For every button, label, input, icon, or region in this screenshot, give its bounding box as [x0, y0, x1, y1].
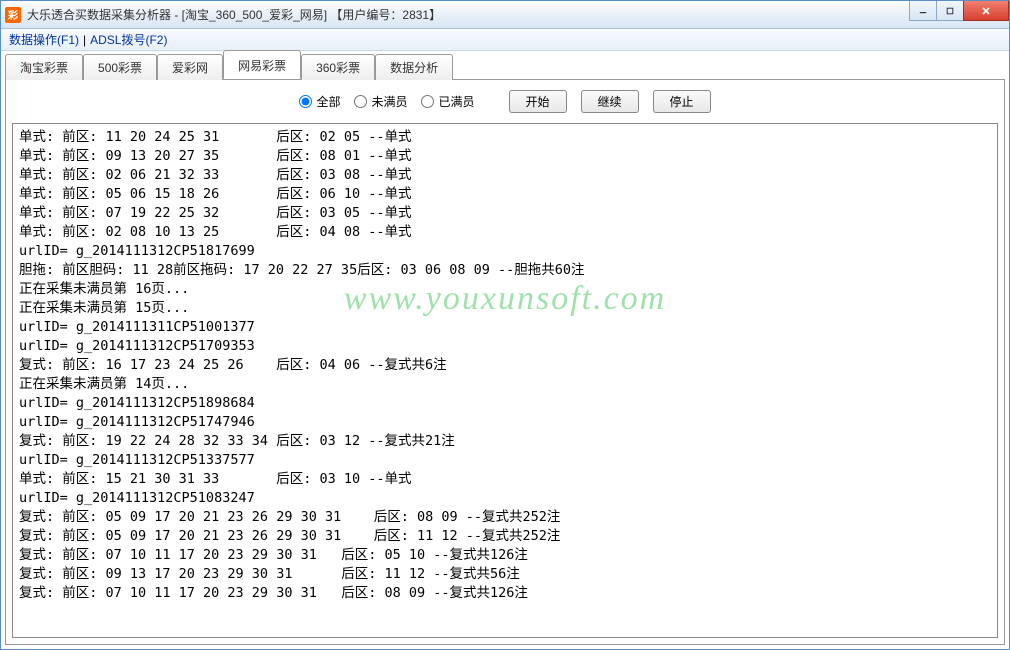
radio-full[interactable]: 已满员 — [421, 93, 474, 110]
radio-notfull-input[interactable] — [354, 95, 367, 108]
controls-row: 全部 未满员 已满员 开始 继续 停止 — [6, 80, 1004, 121]
minimize-button[interactable] — [909, 1, 937, 21]
tab-taobao[interactable]: 淘宝彩票 — [5, 54, 83, 80]
window-controls — [910, 1, 1009, 21]
tab-500[interactable]: 500彩票 — [83, 54, 157, 80]
tab-aicai[interactable]: 爱彩网 — [157, 54, 223, 80]
menu-adsl-dial[interactable]: ADSL拨号(F2) — [86, 29, 171, 50]
radio-all[interactable]: 全部 — [299, 93, 340, 110]
tab-netease[interactable]: 网易彩票 — [223, 50, 301, 79]
start-button[interactable]: 开始 — [509, 90, 567, 113]
stop-button[interactable]: 停止 — [653, 90, 711, 113]
menu-data-ops[interactable]: 数据操作(F1) — [5, 29, 83, 50]
continue-button[interactable]: 继续 — [581, 90, 639, 113]
content-area: 淘宝彩票 500彩票 爱彩网 网易彩票 360彩票 数据分析 全部 未满员 — [1, 51, 1009, 649]
radio-full-label: 已满员 — [438, 93, 474, 110]
tab-analysis[interactable]: 数据分析 — [375, 54, 453, 80]
radio-all-label: 全部 — [316, 93, 340, 110]
radio-notfull[interactable]: 未满员 — [354, 93, 407, 110]
app-icon: 彩 — [5, 7, 21, 23]
menubar: 数据操作(F1) | ADSL拨号(F2) — [1, 29, 1009, 51]
tab-panel: 全部 未满员 已满员 开始 继续 停止 单式: 前区: 11 20 24 25 … — [5, 79, 1005, 645]
filter-radio-group: 全部 未满员 已满员 — [299, 93, 474, 110]
main-window: 彩 大乐透合买数据采集分析器 - [淘宝_360_500_爱彩_网易] 【用户编… — [0, 0, 1010, 650]
close-button[interactable] — [963, 1, 1009, 21]
log-output[interactable]: 单式: 前区: 11 20 24 25 31 后区: 02 05 --单式 单式… — [12, 123, 998, 638]
maximize-button[interactable] — [936, 1, 964, 21]
radio-full-input[interactable] — [421, 95, 434, 108]
window-title: 大乐透合买数据采集分析器 - [淘宝_360_500_爱彩_网易] 【用户编号：… — [27, 6, 441, 23]
titlebar[interactable]: 彩 大乐透合买数据采集分析器 - [淘宝_360_500_爱彩_网易] 【用户编… — [1, 1, 1009, 29]
radio-all-input[interactable] — [299, 95, 312, 108]
radio-notfull-label: 未满员 — [371, 93, 407, 110]
tab-360[interactable]: 360彩票 — [301, 54, 375, 80]
tab-strip: 淘宝彩票 500彩票 爱彩网 网易彩票 360彩票 数据分析 — [5, 55, 1005, 79]
